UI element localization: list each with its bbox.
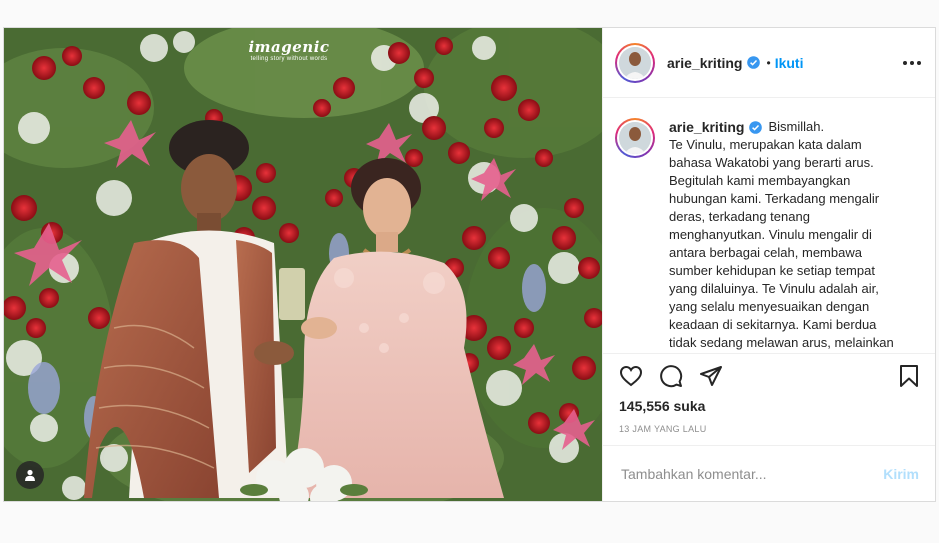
watermark-tagline: telling story without words: [250, 56, 328, 62]
verified-badge-icon: [747, 56, 761, 69]
likes-count[interactable]: 145,556 suka: [603, 388, 935, 414]
glass-cup: [279, 268, 305, 320]
comment-form: Kirim: [603, 445, 935, 501]
wedding-photo-image: [4, 28, 602, 501]
caption-section[interactable]: arie_kriting Bismillah. Te Vinulu, merup…: [603, 98, 935, 353]
avatar-image: [619, 122, 651, 154]
avatar-image: [619, 46, 651, 79]
save-button[interactable]: [897, 364, 921, 388]
comment-input[interactable]: [619, 464, 884, 483]
caption-first-line: Bismillah.: [768, 119, 825, 134]
post-header: arie_kriting • Ikuti: [603, 28, 935, 98]
follow-button[interactable]: Ikuti: [775, 55, 804, 71]
caption-author-avatar[interactable]: [615, 118, 655, 158]
tagged-users-button[interactable]: [16, 461, 44, 489]
photo-watermark: imagenic telling story without words: [234, 38, 344, 62]
paper-plane-icon: [700, 366, 722, 386]
post-comment-button[interactable]: Kirim: [883, 466, 919, 482]
share-button[interactable]: [699, 364, 723, 388]
author-avatar[interactable]: [615, 42, 655, 83]
more-options-button[interactable]: [903, 60, 921, 65]
more-dots-icon: [903, 60, 907, 65]
caption-text: arie_kriting Bismillah. Te Vinulu, merup…: [669, 118, 899, 353]
verified-badge-icon: [749, 120, 763, 134]
heart-icon: [619, 365, 643, 387]
author-username[interactable]: arie_kriting: [667, 55, 742, 71]
action-bar: [603, 353, 935, 388]
comment-button[interactable]: [659, 364, 683, 388]
post-photo[interactable]: imagenic telling story without words: [4, 28, 602, 501]
separator-dot: •: [766, 55, 771, 70]
comment-icon: [660, 365, 683, 388]
instagram-post: imagenic telling story without words ari…: [3, 27, 936, 502]
post-timestamp[interactable]: 13 JAM YANG LALU: [603, 414, 935, 444]
like-button[interactable]: [619, 364, 643, 388]
caption-username[interactable]: arie_kriting: [669, 118, 744, 136]
watermark-brand: imagenic: [248, 38, 330, 56]
caption-body: Te Vinulu, merupakan kata dalam bahasa W…: [669, 137, 894, 350]
post-sidebar: arie_kriting • Ikuti arie_kriting Bismil…: [602, 28, 935, 501]
user-icon: [25, 469, 35, 481]
bookmark-icon: [900, 365, 918, 387]
